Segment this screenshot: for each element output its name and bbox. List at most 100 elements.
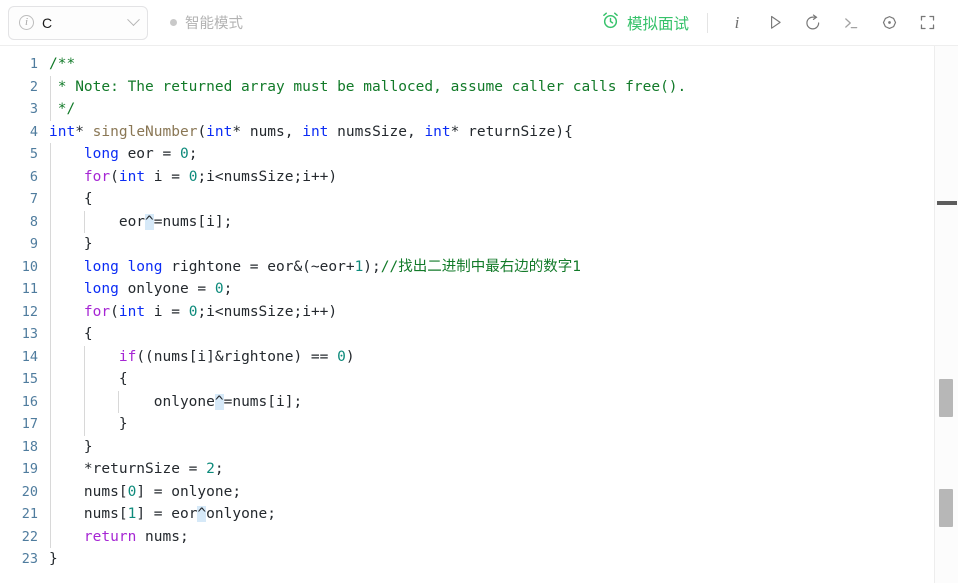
code-token: ] = eor: [136, 506, 198, 522]
smart-mode-toggle[interactable]: 智能模式: [170, 12, 243, 33]
code-line[interactable]: 2 * Note: The returned array must be mal…: [0, 75, 934, 98]
code-line[interactable]: 19 *returnSize = 2;: [0, 458, 934, 481]
code-line[interactable]: 7 {: [0, 188, 934, 211]
indent-guide: [50, 75, 51, 98]
code-line[interactable]: 18 }: [0, 435, 934, 458]
code-line-content[interactable]: return nums;: [47, 525, 934, 548]
code-token: for: [83, 303, 111, 320]
code-line[interactable]: 23}: [0, 548, 934, 571]
code-token: );: [363, 258, 381, 275]
line-number: 9: [29, 236, 38, 252]
line-number: 20: [21, 483, 38, 500]
code-line-content[interactable]: long long rightone = eor&(~eor+1);//找出二进…: [47, 255, 934, 278]
line-number: 8: [29, 213, 38, 230]
info-circle-icon: i: [19, 15, 34, 30]
code-line[interactable]: 17 }: [0, 413, 934, 436]
code-line[interactable]: 5 long eor = 0;: [0, 143, 934, 166]
code-line-content[interactable]: nums[1] = eor^onlyone;: [47, 503, 934, 526]
code-token: ;i<numsSize;i++): [197, 168, 338, 185]
code-line[interactable]: 22 return nums;: [0, 525, 934, 548]
line-number: 13: [21, 326, 38, 342]
code-token: (: [197, 123, 207, 140]
code-line-content[interactable]: /**: [47, 53, 934, 76]
language-selector[interactable]: i C: [8, 5, 148, 40]
reset-icon[interactable]: [794, 0, 832, 46]
line-number: 23: [21, 551, 38, 567]
code-token: =nums[i];: [153, 213, 233, 230]
code-line[interactable]: 10 long long rightone = eor&(~eor+1);//找…: [0, 255, 934, 278]
line-number: 19: [21, 461, 38, 477]
console-icon[interactable]: [832, 0, 870, 46]
code-line-content[interactable]: }: [47, 435, 934, 458]
code-editor[interactable]: 1 /** 2 * Note: The returned array must be…: [0, 46, 958, 583]
current-position-marker[interactable]: [937, 201, 957, 205]
code-token: *: [75, 123, 93, 140]
code-line-content[interactable]: long onlyone = 0;: [47, 278, 934, 301]
code-line[interactable]: 11 long onlyone = 0;: [0, 278, 934, 301]
indent-guide: [118, 390, 119, 413]
code-line-content[interactable]: if((nums[i]&rightone) == 0): [47, 345, 934, 368]
code-line-content[interactable]: {: [47, 368, 934, 391]
code-line-content[interactable]: onlyone^=nums[i];: [47, 390, 934, 413]
code-token: int: [118, 303, 146, 320]
code-line[interactable]: 12 for(int i = 0;i<numsSize;i++): [0, 300, 934, 323]
code-token: onlyone;: [206, 506, 276, 522]
code-line-content[interactable]: long eor = 0;: [47, 143, 934, 166]
indent-guide: [50, 210, 51, 233]
info-icon[interactable]: i: [718, 0, 756, 46]
code-line[interactable]: 20 nums[0] = onlyone;: [0, 480, 934, 503]
code-line[interactable]: 21 nums[1] = eor^onlyone;: [0, 503, 934, 526]
line-number: 10: [21, 258, 38, 275]
code-line-content[interactable]: * Note: The returned array must be mallo…: [47, 75, 934, 98]
code-token: ^: [145, 213, 154, 230]
indent-guide: [50, 300, 51, 323]
code-token: ;: [223, 281, 233, 297]
code-lines-container[interactable]: 1 /** 2 * Note: The returned array must be…: [0, 46, 934, 583]
code-line[interactable]: 16 onlyone^=nums[i];: [0, 390, 934, 413]
code-line[interactable]: 6 for(int i = 0;i<numsSize;i++): [0, 165, 934, 188]
settings-gear-icon[interactable]: [870, 0, 908, 46]
code-line-content[interactable]: {: [47, 188, 934, 211]
indent-guide: [50, 98, 51, 121]
code-line-content[interactable]: *returnSize = 2;: [47, 458, 934, 481]
code-line[interactable]: 15 {: [0, 368, 934, 391]
code-line-content[interactable]: for(int i = 0;i<numsSize;i++): [47, 165, 934, 188]
code-line[interactable]: 13 {: [0, 323, 934, 346]
mock-interview-button[interactable]: 模拟面试: [601, 0, 695, 46]
code-line-content[interactable]: }: [47, 233, 934, 256]
code-line[interactable]: 3 */: [0, 98, 934, 121]
code-token: nums[: [49, 483, 128, 500]
fullscreen-icon[interactable]: [908, 0, 946, 46]
code-line[interactable]: 1 /**: [0, 53, 934, 76]
code-line-content[interactable]: for(int i = 0;i<numsSize;i++): [47, 300, 934, 323]
indent-guide: [50, 278, 51, 301]
indent-guide: [84, 390, 85, 413]
scroll-thumb-lower[interactable]: [939, 489, 953, 527]
code-token: * returnSize){: [450, 123, 573, 140]
scroll-thumb-upper[interactable]: [939, 379, 953, 417]
indent-guide: [84, 413, 85, 436]
code-token: (: [110, 168, 119, 185]
code-line-content[interactable]: }: [47, 548, 934, 571]
code-line[interactable]: 14 if((nums[i]&rightone) == 0): [0, 345, 934, 368]
code-token: * nums,: [232, 123, 303, 140]
code-line[interactable]: 9 }: [0, 233, 934, 256]
code-line-content[interactable]: int* singleNumber(int* nums, int numsSiz…: [47, 121, 934, 144]
code-line-content[interactable]: }: [47, 413, 934, 436]
code-line-content[interactable]: {: [47, 323, 934, 346]
run-icon[interactable]: [756, 0, 794, 46]
code-token: }: [49, 438, 93, 455]
code-token: i =: [145, 168, 189, 185]
code-line-content[interactable]: */: [47, 98, 934, 121]
code-line[interactable]: 8 eor^=nums[i];: [0, 210, 934, 233]
line-number: 17: [21, 416, 38, 432]
line-number: 21: [21, 506, 38, 522]
code-line[interactable]: 4 int* singleNumber(int* nums, int numsSi…: [0, 121, 934, 144]
code-line-content[interactable]: nums[0] = onlyone;: [47, 480, 934, 503]
code-line-content[interactable]: eor^=nums[i];: [47, 210, 934, 233]
code-token: long: [83, 146, 119, 162]
editor-scrollbar[interactable]: [934, 46, 958, 583]
